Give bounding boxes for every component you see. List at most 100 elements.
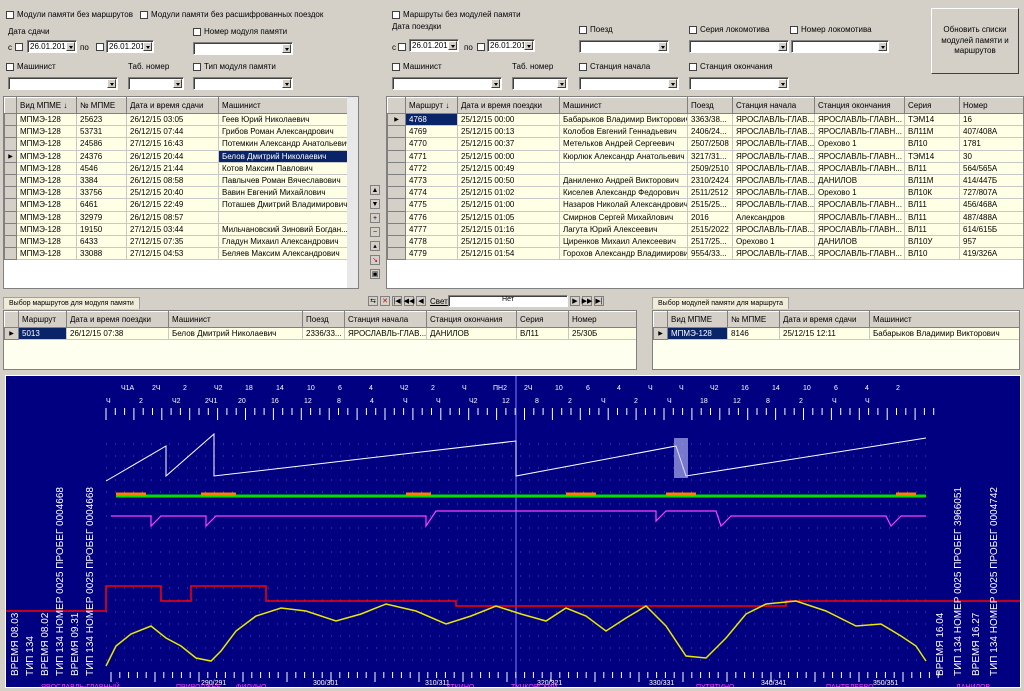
table-cell[interactable]: 6433	[76, 234, 127, 249]
start-station-checkbox[interactable]: Станция начала	[579, 62, 650, 71]
table-row[interactable]: МПМЭ-128 32979 26/12/15 08:57	[4, 210, 350, 224]
dropdown-arrow-icon[interactable]	[668, 79, 677, 88]
column-header[interactable]: Машинист	[168, 311, 303, 328]
table-cell[interactable]: 4777	[405, 222, 458, 236]
nav-next-page-icon[interactable]: ▶▶	[582, 296, 592, 306]
table-cell[interactable]: ВЛ11	[904, 222, 960, 236]
table-cell[interactable]: ТЭМ14	[904, 149, 960, 163]
no-routes-checkbox[interactable]: Модули памяти без маршрутов	[6, 10, 133, 19]
table-cell[interactable]: 9554/33...	[687, 247, 733, 261]
table-cell[interactable]: ВЛ10У	[904, 234, 960, 249]
loco-series-select[interactable]	[689, 40, 789, 53]
driver-select[interactable]	[8, 77, 118, 90]
table-cell[interactable]: 24376	[76, 149, 127, 163]
table-cell[interactable]: Киселев Александр Федорович	[559, 186, 688, 200]
table-cell[interactable]: Гладун Михаил Александрович	[218, 234, 350, 249]
module-number-checkbox[interactable]: Номер модуля памяти	[193, 27, 287, 36]
nav-refresh-icon[interactable]: ⇆	[368, 296, 378, 306]
table-row[interactable]: 4770 25/12/15 00:37 Метельков Андрей Серге…	[387, 137, 1023, 151]
table-cell[interactable]: 2406/24...	[687, 125, 733, 139]
table-row[interactable]: 4772 25/12/15 00:49 2509/2510 ЯРОСЛАВЛЬ-ГЛА…	[387, 161, 1023, 175]
no-decoded-checkbox[interactable]: Модули памяти без расшифрованных поездок	[140, 10, 323, 19]
table-cell[interactable]: Горохов Александр Владимирович	[559, 247, 688, 261]
nav-prev-icon[interactable]: ◀	[416, 296, 426, 306]
table-cell[interactable]: МПМЭ-128	[16, 137, 77, 151]
table-row[interactable]: МПМЭ-128 33088 27/12/15 04:53 Беляев Максим…	[4, 247, 350, 261]
column-header[interactable]: Вид МПМЕ	[667, 311, 728, 328]
table-cell[interactable]: 24586	[76, 137, 127, 151]
table-cell[interactable]: Александров	[732, 210, 815, 224]
table-cell[interactable]: 4769	[405, 125, 458, 139]
table-cell[interactable]: ЯРОСЛАВЛЬ-ГЛАВН...	[814, 112, 905, 127]
table-cell[interactable]: ЯРОСЛАВЛЬ-ГЛАВН...	[814, 149, 905, 163]
table-cell[interactable]: 25/12/15 01:02	[457, 186, 560, 200]
table-cell[interactable]: ЯРОСЛАВЛЬ-ГЛАВ...	[732, 222, 815, 236]
table-cell[interactable]: 32979	[76, 210, 127, 224]
table-row[interactable]: 4773 25/12/15 00:50 Даниленко Андрей Викто…	[387, 173, 1023, 188]
table-cell[interactable]: 2511/2512	[687, 186, 733, 200]
table-cell[interactable]: 2507/2508	[687, 137, 733, 151]
table-cell[interactable]: ВЛ11	[904, 198, 960, 212]
table-cell[interactable]: 4546	[76, 161, 127, 175]
table-cell[interactable]: ЯРОСЛАВЛЬ-ГЛАВН...	[814, 125, 905, 139]
table-cell[interactable]: ЯРОСЛАВЛЬ-ГЛАВН...	[814, 210, 905, 224]
column-header[interactable]: № МПМЕ	[76, 97, 127, 114]
table-cell[interactable]: 26/12/15 22:49	[126, 198, 219, 212]
table-cell[interactable]: 3363/38...	[687, 112, 733, 127]
table-cell[interactable]: 564/565А	[959, 161, 1023, 175]
dropdown-arrow-icon[interactable]	[173, 79, 182, 88]
table-cell[interactable]: 25/12/15 00:00	[457, 149, 560, 163]
table-cell[interactable]: ЯРОСЛАВЛЬ-ГЛАВ...	[732, 186, 815, 200]
table-cell[interactable]: 25/12/15 12:11	[779, 326, 870, 341]
table-row[interactable]: МПМЭ-128 6433 27/12/15 07:35 Гладун Михаил …	[4, 234, 350, 249]
table-cell[interactable]: 25/12/15 00:49	[457, 161, 560, 175]
table-cell[interactable]: 27/12/15 07:35	[126, 234, 219, 249]
table-cell[interactable]: 4776	[405, 210, 458, 224]
table-cell[interactable]: Мильчановский Зиновий Богдан...	[218, 222, 350, 236]
nav-down-icon[interactable]: ▼	[370, 199, 380, 209]
table-row[interactable]: 4774 25/12/15 01:02 Киселев Александр Федо…	[387, 186, 1023, 200]
table-cell[interactable]	[218, 210, 350, 224]
nav-prev-page-icon[interactable]: ◀◀	[404, 296, 414, 306]
table-cell[interactable]: 419/326А	[959, 247, 1023, 261]
train-checkbox[interactable]: Поезд	[579, 25, 613, 34]
table-cell[interactable]: Орехово 1	[814, 186, 905, 200]
table-cell[interactable]: 4775	[405, 198, 458, 212]
table-cell[interactable]: 1781	[959, 137, 1023, 151]
table-cell[interactable]: 4770	[405, 137, 458, 151]
dropdown-arrow-icon[interactable]	[107, 79, 116, 88]
table-cell[interactable]: 3384	[76, 173, 127, 188]
table-cell[interactable]: 4771	[405, 149, 458, 163]
table-cell[interactable]: 25/12/15 00:00	[457, 112, 560, 127]
table-cell[interactable]: Даниленко Андрей Викторович	[559, 173, 688, 188]
table-cell[interactable]: 26/12/15 07:44	[126, 125, 219, 139]
nav-link-icon[interactable]: ↘	[370, 255, 380, 265]
tab-module-select[interactable]: Выбор модулей памяти для маршрута	[652, 297, 790, 309]
table-cell[interactable]: 33756	[76, 186, 127, 200]
trip-date-from-checkbox[interactable]	[398, 42, 409, 51]
table-cell[interactable]: МПМЭ-128	[16, 186, 77, 200]
table-row[interactable]: ▶ 4768 25/12/15 00:00 Бабарыков Владимир Ви…	[387, 112, 1023, 127]
column-header[interactable]: Машинист	[559, 97, 688, 114]
nav-remove-icon[interactable]: −	[370, 227, 380, 237]
table-cell[interactable]: Назаров Николай Александрович	[559, 198, 688, 212]
table-cell[interactable]: 4768	[405, 112, 458, 127]
column-header[interactable]: Станция окончания	[426, 311, 517, 328]
nav-first-icon[interactable]: ▲	[370, 185, 380, 195]
table-cell[interactable]: МПМЭ-128	[16, 247, 77, 261]
table-row[interactable]: 4779 25/12/15 01:54 Горохов Александр Влад…	[387, 247, 1023, 261]
table-cell[interactable]: ВЛ10	[904, 137, 960, 151]
table-cell[interactable]: Бабарыков Владимир Викторович	[559, 112, 688, 127]
dropdown-arrow-icon[interactable]	[282, 44, 291, 53]
table-row[interactable]: ▶ МПМЭ-128 8146 25/12/15 12:11 Бабарыков Вла…	[653, 326, 1019, 341]
column-header[interactable]: Станция начала	[344, 311, 427, 328]
dropdown-arrow-icon[interactable]	[778, 42, 787, 51]
table-cell[interactable]: 26/12/15 08:58	[126, 173, 219, 188]
table-cell[interactable]: МПМЭ-128	[16, 210, 77, 224]
column-header[interactable]: Дата и время сдачи	[779, 311, 870, 328]
table-cell[interactable]: ЯРОСЛАВЛЬ-ГЛАВ...	[732, 125, 815, 139]
driver-checkbox[interactable]: Машинист	[392, 62, 442, 71]
driver-checkbox[interactable]: Машинист	[6, 62, 56, 71]
table-cell[interactable]: 25/12/15 00:13	[457, 125, 560, 139]
table-cell[interactable]: 30	[959, 149, 1023, 163]
